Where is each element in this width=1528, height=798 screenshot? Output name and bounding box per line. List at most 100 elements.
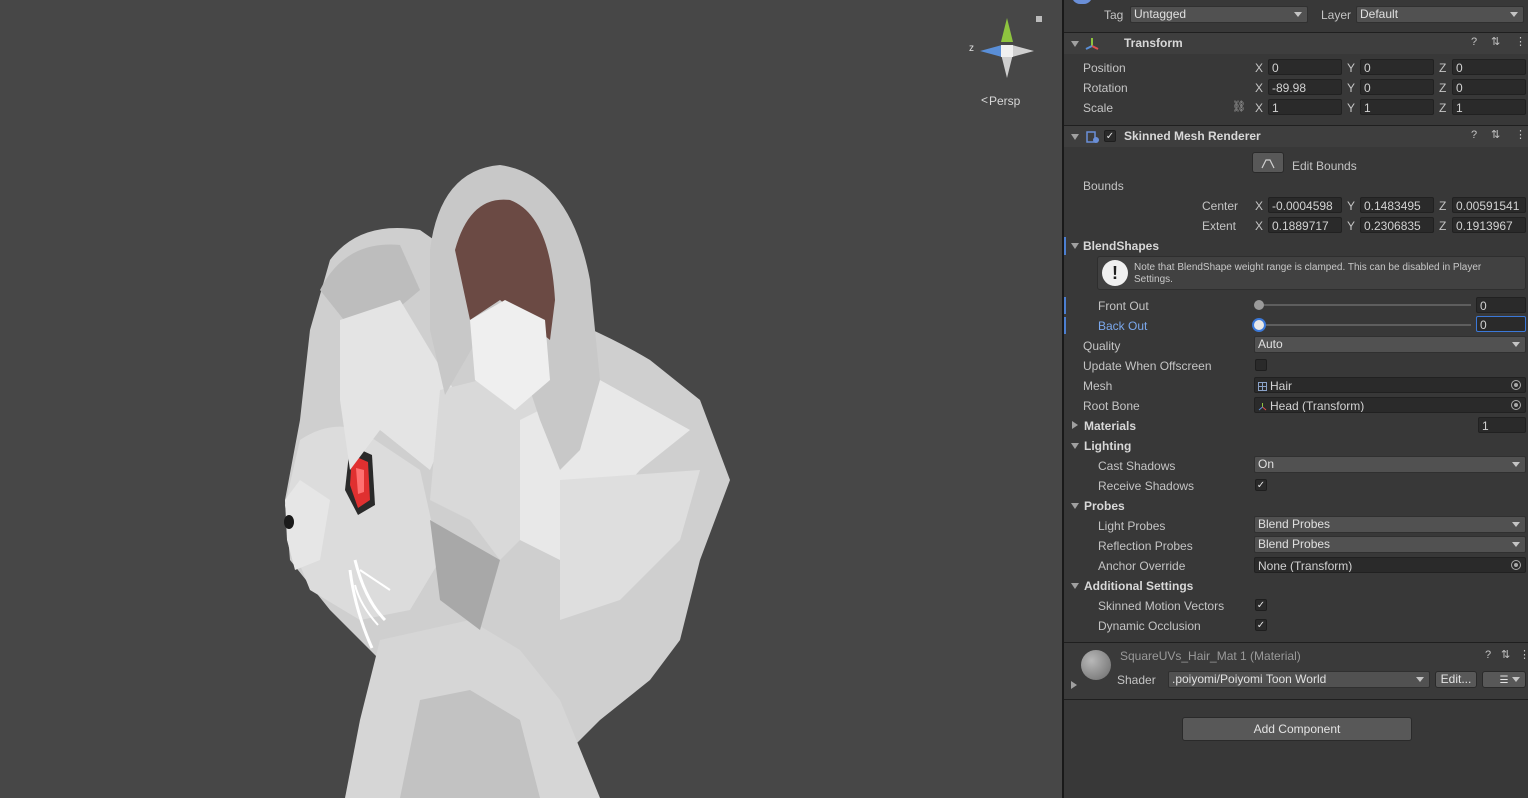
additional-settings-label[interactable]: Additional Settings xyxy=(1084,578,1193,594)
extent-y-axis[interactable]: Y xyxy=(1347,218,1355,234)
center-z-field[interactable]: 0.00591541 xyxy=(1452,197,1526,213)
scale-x-field[interactable]: 1 xyxy=(1268,99,1342,115)
front-out-slider-knob[interactable] xyxy=(1254,300,1264,310)
position-x-field[interactable]: 0 xyxy=(1268,59,1342,75)
rotation-z-axis[interactable]: Z xyxy=(1439,80,1446,96)
extent-y-field[interactable]: 0.2306835 xyxy=(1360,217,1434,233)
root-bone-field[interactable]: Head (Transform) xyxy=(1254,397,1526,413)
center-z-axis[interactable]: Z xyxy=(1439,198,1446,214)
materials-count-field[interactable]: 1 xyxy=(1478,417,1526,433)
shader-dropdown[interactable]: .poiyomi/Poiyomi Toon World xyxy=(1168,671,1430,688)
more-icon[interactable]: ⋮ xyxy=(1515,128,1526,141)
light-probes-label: Light Probes xyxy=(1098,519,1166,533)
anchor-override-field[interactable]: None (Transform) xyxy=(1254,557,1526,573)
shader-edit-button[interactable]: Edit... xyxy=(1435,671,1477,688)
extent-x-axis[interactable]: X xyxy=(1255,218,1263,234)
presets-icon[interactable]: ⇅ xyxy=(1491,128,1500,141)
scene-view[interactable]: z Persp < xyxy=(0,0,1062,798)
fold-icon[interactable] xyxy=(1071,41,1079,47)
back-out-slider-track[interactable] xyxy=(1259,324,1471,326)
layer-value: Default xyxy=(1360,7,1399,21)
materials-label[interactable]: Materials xyxy=(1084,418,1136,434)
help-icon[interactable]: ? xyxy=(1471,36,1477,48)
fold-icon[interactable] xyxy=(1071,243,1079,249)
persp-icon: < xyxy=(981,93,989,107)
smr-header[interactable]: ✓ Skinned Mesh Renderer ? ⇅ ⋮ xyxy=(1064,125,1528,147)
fold-icon[interactable] xyxy=(1071,583,1079,589)
material-expand-icon[interactable] xyxy=(1071,681,1077,689)
center-y-axis[interactable]: Y xyxy=(1347,198,1355,214)
update-offscreen-checkbox[interactable] xyxy=(1255,359,1267,371)
extent-z-field[interactable]: 0.1913967 xyxy=(1452,217,1526,233)
rotation-x-axis[interactable]: X xyxy=(1255,80,1263,96)
shader-label: Shader xyxy=(1117,673,1156,687)
extent-z-axis[interactable]: Z xyxy=(1439,218,1446,234)
mesh-field[interactable]: Hair xyxy=(1254,377,1526,393)
cast-shadows-dropdown[interactable]: On xyxy=(1254,456,1526,473)
reflection-probes-dropdown[interactable]: Blend Probes xyxy=(1254,536,1526,553)
front-out-field[interactable]: 0 xyxy=(1476,297,1526,313)
rotation-y-field[interactable]: 0 xyxy=(1360,79,1434,95)
fold-icon[interactable] xyxy=(1071,443,1079,449)
more-icon[interactable]: ⋮ xyxy=(1519,648,1528,661)
rotation-x-field[interactable]: -89.98 xyxy=(1268,79,1342,95)
receive-shadows-checkbox[interactable]: ✓ xyxy=(1255,479,1267,491)
add-component-button[interactable]: Add Component xyxy=(1182,717,1412,741)
extent-x-field[interactable]: 0.1889717 xyxy=(1268,217,1342,233)
center-x-axis[interactable]: X xyxy=(1255,198,1263,214)
material-preview[interactable] xyxy=(1081,650,1111,680)
quality-dropdown[interactable]: Auto xyxy=(1254,336,1526,353)
tag-dropdown[interactable]: Untagged xyxy=(1130,6,1308,23)
scale-z-field[interactable]: 1 xyxy=(1452,99,1526,115)
lighting-label[interactable]: Lighting xyxy=(1084,438,1131,454)
help-icon[interactable]: ? xyxy=(1471,129,1477,141)
bounds-label: Bounds xyxy=(1083,179,1124,193)
scale-y-field[interactable]: 1 xyxy=(1360,99,1434,115)
scale-y-axis[interactable]: Y xyxy=(1347,100,1355,116)
link-scale-icon[interactable]: ⛓ xyxy=(1232,100,1246,113)
rotation-y-axis[interactable]: Y xyxy=(1347,80,1355,96)
smr-enabled-checkbox[interactable]: ✓ xyxy=(1104,130,1116,142)
persp-label[interactable]: Persp xyxy=(989,94,1020,108)
position-x-axis[interactable]: X xyxy=(1255,60,1263,76)
light-probes-dropdown[interactable]: Blend Probes xyxy=(1254,516,1526,533)
fold-icon[interactable] xyxy=(1071,134,1079,140)
position-y-axis[interactable]: Y xyxy=(1347,60,1355,76)
blendshapes-label[interactable]: BlendShapes xyxy=(1083,238,1159,254)
transform-header[interactable]: Transform ? ⇅ ⋮ xyxy=(1064,32,1528,54)
object-picker-icon[interactable] xyxy=(1511,400,1521,410)
dynamic-occlusion-checkbox[interactable]: ✓ xyxy=(1255,619,1267,631)
center-y-field[interactable]: 0.1483495 xyxy=(1360,197,1434,213)
back-out-slider-knob[interactable] xyxy=(1252,318,1266,332)
position-y-field[interactable]: 0 xyxy=(1360,59,1434,75)
presets-icon[interactable]: ⇅ xyxy=(1501,648,1510,661)
presets-icon[interactable]: ⇅ xyxy=(1491,35,1500,48)
rotation-z-field[interactable]: 0 xyxy=(1452,79,1526,95)
edit-bounds-button[interactable] xyxy=(1252,152,1284,173)
scale-z-axis[interactable]: Z xyxy=(1439,100,1446,116)
object-picker-icon[interactable] xyxy=(1511,380,1521,390)
scale-x-axis[interactable]: X xyxy=(1255,100,1263,116)
object-picker-icon[interactable] xyxy=(1511,560,1521,570)
layer-dropdown[interactable]: Default xyxy=(1356,6,1524,23)
material-title: SquareUVs_Hair_Mat 1 (Material) xyxy=(1120,649,1301,663)
quality-value: Auto xyxy=(1258,337,1283,351)
more-icon[interactable]: ⋮ xyxy=(1515,35,1526,48)
cast-shadows-label: Cast Shadows xyxy=(1098,459,1176,473)
motion-vectors-checkbox[interactable]: ✓ xyxy=(1255,599,1267,611)
probes-label[interactable]: Probes xyxy=(1084,498,1125,514)
fold-icon[interactable] xyxy=(1071,503,1079,509)
position-z-field[interactable]: 0 xyxy=(1452,59,1526,75)
help-icon[interactable]: ? xyxy=(1485,649,1491,661)
tag-value: Untagged xyxy=(1134,7,1187,21)
expand-icon[interactable] xyxy=(1072,421,1078,429)
back-out-marker xyxy=(1064,317,1066,334)
center-x-field[interactable]: -0.0004598 xyxy=(1268,197,1342,213)
shader-options-button[interactable]: ☰ xyxy=(1482,671,1526,688)
front-out-slider-track[interactable] xyxy=(1259,304,1471,306)
material-section: SquareUVs_Hair_Mat 1 (Material) ? ⇅ ⋮ Sh… xyxy=(1064,642,1528,700)
position-z-axis[interactable]: Z xyxy=(1439,60,1446,76)
scene-gizmo[interactable]: z Persp < xyxy=(960,8,1050,108)
back-out-field[interactable]: 0 xyxy=(1476,316,1526,332)
mesh-value: Hair xyxy=(1270,379,1293,393)
